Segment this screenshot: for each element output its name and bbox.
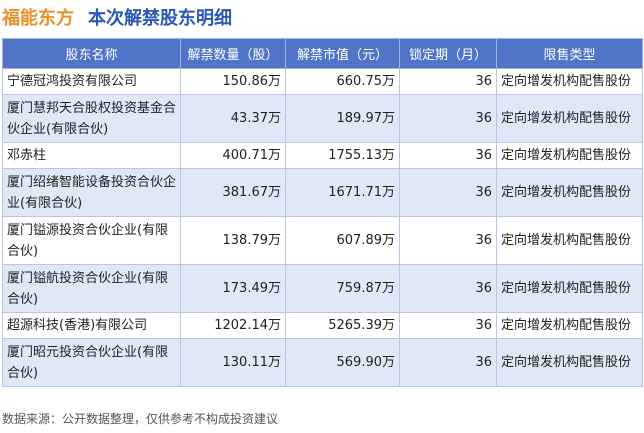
unlock-value-cell: 607.89万 [285,216,400,265]
table-row: 邓赤柱 400.71万 1755.13万 36 定向增发机构配售股份 [2,142,643,169]
restriction-type-cell: 定向增发机构配售股份 [496,168,643,217]
lock-period-cell: 36 [399,94,497,143]
unlock-value-cell: 1671.71万 [285,168,400,217]
lock-period-cell: 36 [399,338,497,387]
unlock-quantity-cell: 173.49万 [180,264,286,313]
unlock-value-cell: 189.97万 [285,94,400,143]
restriction-type-cell: 定向增发机构配售股份 [496,338,643,387]
restriction-type-cell: 定向增发机构配售股份 [496,68,643,95]
table-row: 厦门慧邦天合股权投资基金合伙企业(有限合伙) 43.37万 189.97万 36 定向增… [2,94,643,143]
shareholder-name-cell: 邓赤柱 [2,142,181,169]
shareholder-name-cell: 厦门镒源投资合伙企业(有限合伙) [2,216,181,265]
restriction-type-cell: 定向增发机构配售股份 [496,312,643,339]
restriction-type-cell: 定向增发机构配售股份 [496,264,643,313]
lock-period-cell: 36 [399,312,497,339]
shareholder-name-cell: 厦门昭元投资合伙企业(有限合伙) [2,338,181,387]
page-title: 福能东方 本次解禁股东明细 [2,2,232,32]
lock-period-cell: 36 [399,68,497,95]
unlock-quantity-cell: 381.67万 [180,168,286,217]
unlock-quantity-cell: 1202.14万 [180,312,286,339]
header-restriction-type: 限售类型 [496,38,643,69]
unlock-value-cell: 5265.39万 [285,312,400,339]
table-title: 本次解禁股东明细 [88,8,232,29]
shareholder-name-cell: 厦门镒航投资合伙企业(有限合伙) [2,264,181,313]
shareholder-name-cell: 宁德冠鸿投资有限公司 [2,68,181,95]
table-row: 宁德冠鸿投资有限公司 150.86万 660.75万 36 定向增发机构配售股份 [2,68,643,95]
unlock-quantity-cell: 150.86万 [180,68,286,95]
shareholder-name-cell: 厦门绍绪智能设备投资合伙企业(有限合伙) [2,168,181,217]
table-header-row: 股东名称 解禁数量（股） 解禁市值（元） 锁定期（月） 限售类型 [2,38,643,69]
unlock-quantity-cell: 43.37万 [180,94,286,143]
table-row: 厦门昭元投资合伙企业(有限合伙) 130.11万 569.90万 36 定向增发机构配售… [2,338,643,387]
lock-period-cell: 36 [399,168,497,217]
unlock-shareholder-table: 股东名称 解禁数量（股） 解禁市值（元） 锁定期（月） 限售类型 宁德冠鸿投资有… [2,38,643,387]
restriction-type-cell: 定向增发机构配售股份 [496,94,643,143]
header-unlock-quantity: 解禁数量（股） [180,38,286,69]
header-lock-period: 锁定期（月） [399,38,497,69]
shareholder-name-cell: 厦门慧邦天合股权投资基金合伙企业(有限合伙) [2,94,181,143]
unlock-quantity-cell: 400.71万 [180,142,286,169]
unlock-quantity-cell: 130.11万 [180,338,286,387]
data-source-note: 数据来源：公开数据整理，仅供参考不构成投资建议 [2,412,279,426]
lock-period-cell: 36 [399,264,497,313]
stock-name: 福能东方 [2,8,74,29]
table-row: 厦门镒源投资合伙企业(有限合伙) 138.79万 607.89万 36 定向增发机构配售… [2,216,643,265]
table-row: 厦门镒航投资合伙企业(有限合伙) 173.49万 759.87万 36 定向增发机构配售… [2,264,643,313]
restriction-type-cell: 定向增发机构配售股份 [496,216,643,265]
lock-period-cell: 36 [399,142,497,169]
restriction-type-cell: 定向增发机构配售股份 [496,142,643,169]
unlock-value-cell: 569.90万 [285,338,400,387]
table-row: 厦门绍绪智能设备投资合伙企业(有限合伙) 381.67万 1671.71万 36 定向增… [2,168,643,217]
shareholder-name-cell: 超源科技(香港)有限公司 [2,312,181,339]
unlock-quantity-cell: 138.79万 [180,216,286,265]
unlock-value-cell: 660.75万 [285,68,400,95]
table-row: 超源科技(香港)有限公司 1202.14万 5265.39万 36 定向增发机构配售股份 [2,312,643,339]
lock-period-cell: 36 [399,216,497,265]
unlock-value-cell: 759.87万 [285,264,400,313]
header-unlock-value: 解禁市值（元） [285,38,400,69]
unlock-value-cell: 1755.13万 [285,142,400,169]
table-body: 宁德冠鸿投资有限公司 150.86万 660.75万 36 定向增发机构配售股份 厦门慧邦… [2,68,643,387]
header-shareholder-name: 股东名称 [2,38,181,69]
